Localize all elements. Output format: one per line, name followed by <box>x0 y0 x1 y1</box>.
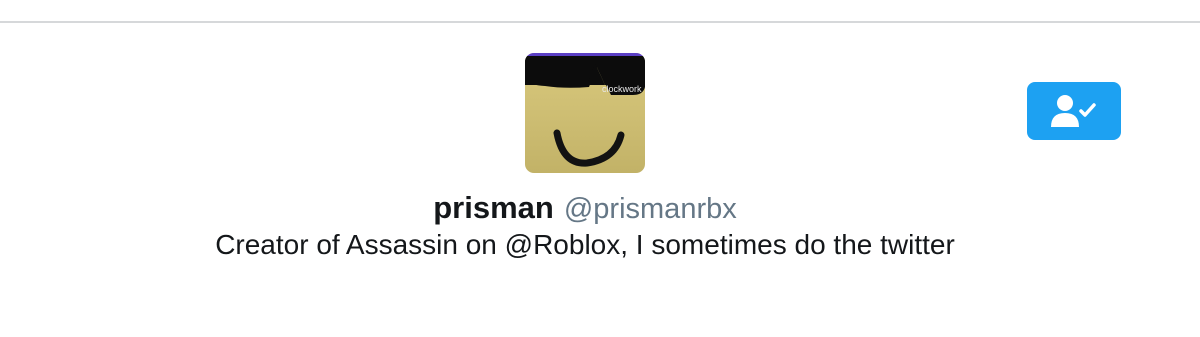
display-name[interactable]: prisman <box>433 190 554 225</box>
following-button[interactable] <box>1027 82 1121 140</box>
profile-avatar[interactable]: clockwork <box>525 53 645 173</box>
user-check-icon <box>1049 93 1099 129</box>
avatar-logo-text: clockwork <box>602 84 642 94</box>
user-handle[interactable]: @prismanrbx <box>564 193 737 225</box>
profile-card: clockwork prisman @prismanrbx Creator of … <box>0 0 1200 337</box>
profile-bio: Creator of Assassin on @Roblox, I someti… <box>215 229 955 260</box>
top-divider <box>0 21 1200 23</box>
avatar-image: clockwork <box>525 53 645 167</box>
profile-name-row: prisman @prismanrbx <box>0 190 1170 226</box>
